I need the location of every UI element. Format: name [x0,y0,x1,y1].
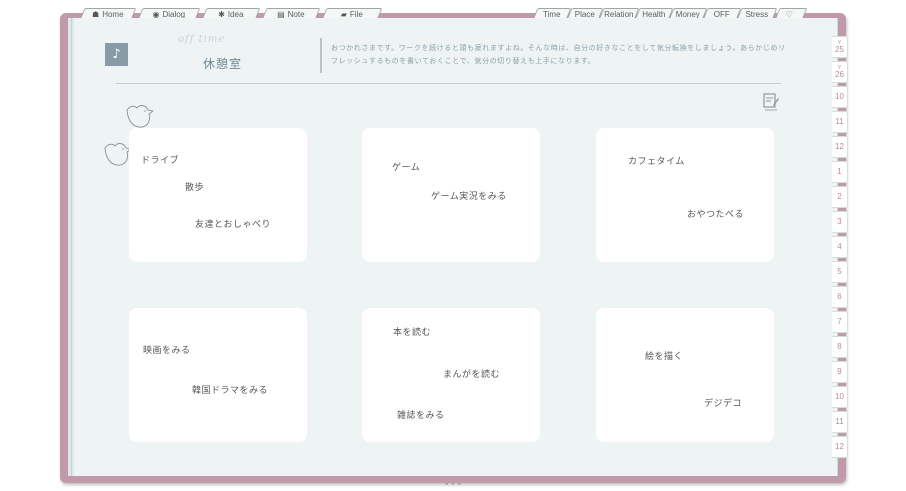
activity-item: 本を読む [393,328,432,338]
index-label: 11 [835,417,844,426]
index-tab-11[interactable]: 11 [832,411,848,433]
activity-item: 友達とおしゃべり [195,220,272,230]
index-tab-10[interactable]: 10 [832,86,848,108]
header-rule [116,83,781,84]
index-label: 25 [835,45,844,54]
activity-item: ゲーム [392,163,421,173]
index-tab-4[interactable]: 4 [832,236,848,258]
index-label: 26 [835,70,844,79]
index-label: 10 [835,392,844,401]
index-tab-3[interactable]: 3 [832,211,848,233]
index-tab-2[interactable]: 2 [832,186,848,208]
index-label: 5 [837,267,842,276]
activity-item: 韓国ドラマをみる [192,386,269,396]
index-tab-11[interactable]: 11 [832,111,848,133]
index-label: 2 [837,192,842,201]
index-label: 12 [835,442,844,451]
more-indicator: ••• [444,480,463,490]
index-tab-26[interactable]: Y 26 [832,61,848,83]
index-label: 3 [837,217,842,226]
activity-item: 映画をみる [143,346,191,356]
page-description: おつかれさまです。ワークを続けると頭も疲れますよね。そんな時は、自分の好きなこと… [331,44,786,65]
index-label: 12 [835,142,844,151]
activity-item: デジデコ [704,399,743,409]
index-tab-12[interactable]: 12 [832,436,848,458]
index-tab-10[interactable]: 10 [832,386,848,408]
badge-glyph: ♪ [112,47,121,62]
header-divider [320,38,322,73]
index-tab-25[interactable]: Y 25 [832,36,848,58]
activity-item: ゲーム実況をみる [431,192,507,202]
activity-card[interactable]: 絵を描く デジデコ [596,308,774,442]
index-label: 1 [837,167,842,176]
index-tab-5[interactable]: 5 [832,261,848,283]
index-tab-9[interactable]: 9 [832,361,848,383]
index-tab-12[interactable]: 12 [832,136,848,158]
activity-card[interactable]: ドライブ 散歩 友達とおしゃべり [129,128,307,262]
page-title: 休憩室 [203,57,243,71]
index-tab-8[interactable]: 8 [832,336,848,358]
bird-icon [104,143,132,166]
index-label: 7 [837,317,842,326]
activity-item: まんがを読む [443,370,501,380]
activity-item: カフェタイム [628,157,685,167]
activity-item: 散歩 [185,183,205,193]
activity-card[interactable]: カフェタイム おやつたべる [596,128,774,262]
activity-card[interactable]: ゲーム ゲーム実況をみる [362,128,540,262]
index-label: 8 [837,342,842,351]
activity-item: 雑誌をみる [397,411,445,421]
script-title: off time [178,34,226,45]
activity-card[interactable]: 映画をみる 韓国ドラマをみる [129,308,307,442]
index-label: 6 [837,292,842,301]
activity-item: ドライブ [141,156,180,166]
index-tab-6[interactable]: 6 [832,286,848,308]
index-label: 4 [837,242,842,251]
planner-app: ☗ Home ◉ Dialog ✱ Idea ▤ Note ▰ File Time Pla… [0,0,906,491]
index-label: 11 [835,117,844,126]
index-label: 10 [835,92,844,101]
index-tab-1[interactable]: 1 [832,161,848,183]
index-tab-7[interactable]: 7 [832,311,848,333]
music-note-icon: ♪ [105,43,128,66]
index-label: 9 [837,367,842,376]
activity-card[interactable]: 本を読む まんがを読む 雑誌をみる [362,308,540,442]
activity-item: 絵を描く [645,352,684,362]
edit-icon[interactable] [762,92,780,112]
activity-item: おやつたべる [687,210,745,220]
